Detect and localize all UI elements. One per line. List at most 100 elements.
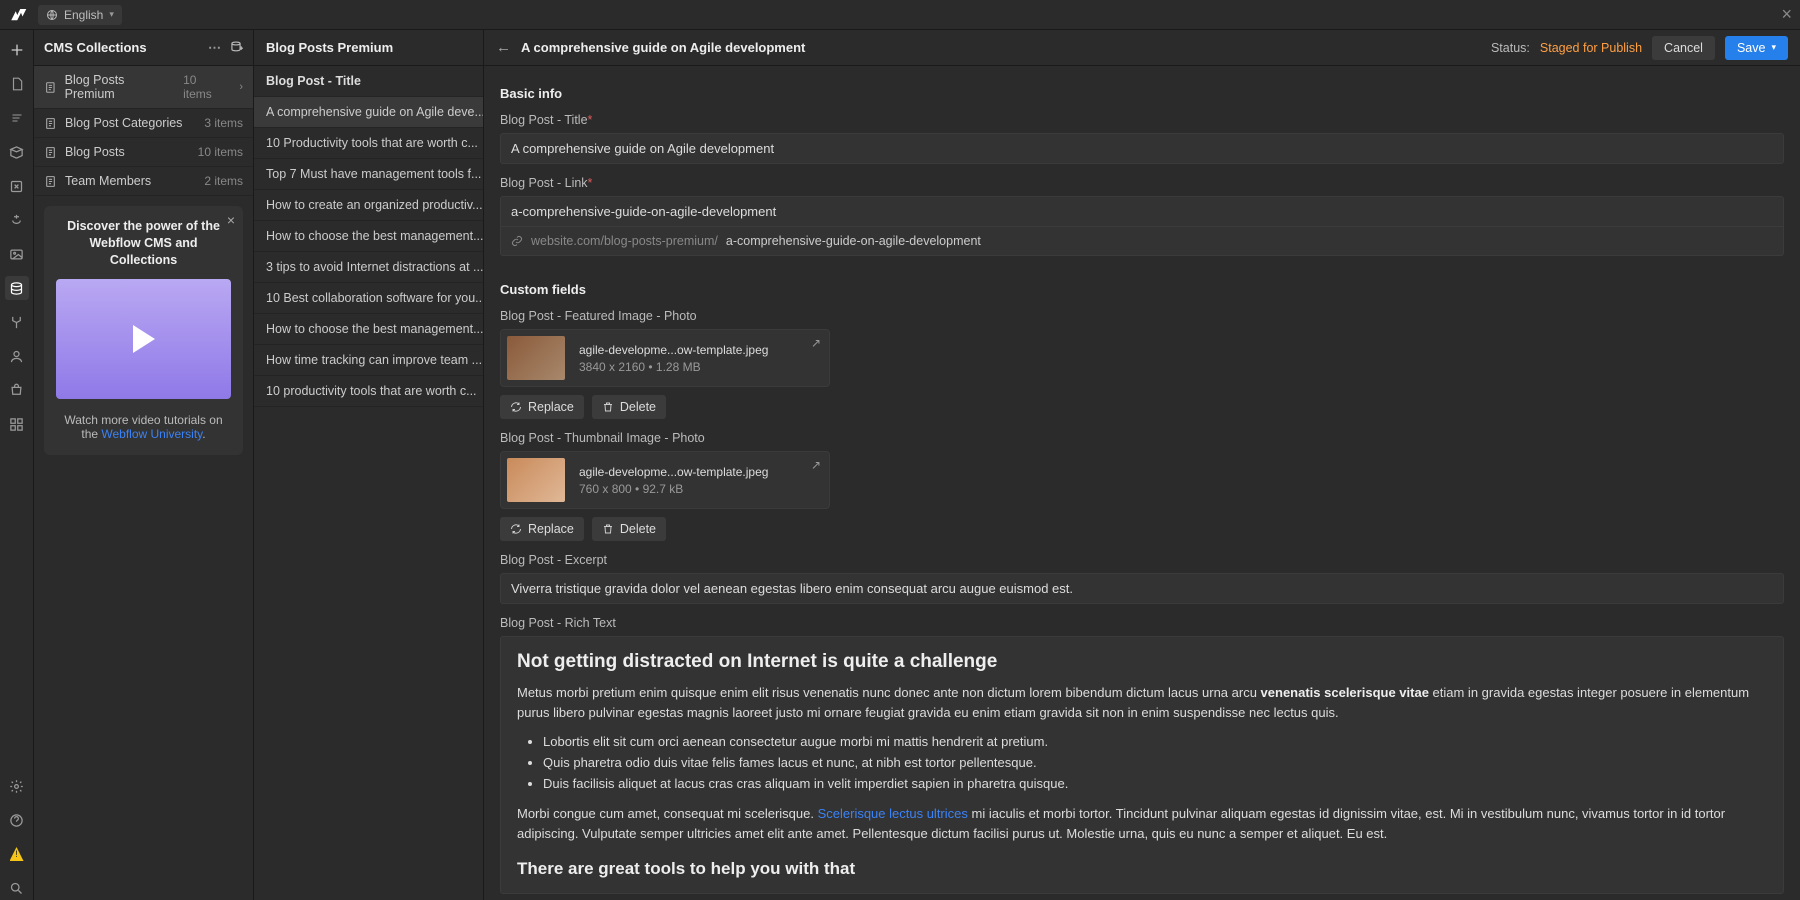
add-icon[interactable] — [5, 38, 29, 62]
editor-panel: ← A comprehensive guide on Agile develop… — [484, 30, 1800, 900]
section-custom-fields: Custom fields — [500, 282, 1784, 297]
save-button[interactable]: Save▾ — [1725, 36, 1788, 60]
status-value: Staged for Publish — [1540, 41, 1642, 55]
settings-icon[interactable] — [5, 774, 29, 798]
collection-item[interactable]: Blog Post Categories 3 items — [34, 109, 253, 138]
left-rail: ! — [0, 30, 34, 900]
search-icon[interactable] — [5, 876, 29, 900]
field-label-link: Blog Post - Link* — [500, 176, 1784, 190]
cms-item[interactable]: How to choose the best management... — [254, 221, 483, 252]
items-column-label: Blog Post - Title — [254, 66, 483, 97]
title-input[interactable] — [500, 133, 1784, 164]
image-thumb[interactable] — [507, 458, 565, 502]
richtext-editor[interactable]: Not getting distracted on Internet is qu… — [500, 636, 1784, 894]
logic-icon[interactable] — [5, 310, 29, 334]
apps-icon[interactable] — [5, 412, 29, 436]
featured-image-card: agile-developme...ow-template.jpeg 3840 … — [500, 329, 830, 387]
replace-button[interactable]: Replace — [500, 395, 584, 419]
page-icon[interactable] — [5, 72, 29, 96]
cms-icon[interactable] — [5, 276, 29, 300]
cms-item[interactable]: 10 productivity tools that are worth c..… — [254, 376, 483, 407]
audit-warning-icon[interactable]: ! — [5, 842, 29, 866]
cancel-button[interactable]: Cancel — [1652, 36, 1715, 60]
cms-item[interactable]: Top 7 Must have management tools f... — [254, 159, 483, 190]
status-label: Status: — [1491, 41, 1530, 55]
field-label-thumbnail: Blog Post - Thumbnail Image - Photo — [500, 431, 1784, 445]
collection-name: Team Members — [65, 174, 151, 188]
collection-item[interactable]: Team Members 2 items — [34, 167, 253, 196]
help-icon[interactable] — [5, 808, 29, 832]
assets-icon[interactable] — [5, 242, 29, 266]
expand-icon[interactable]: ↗ — [811, 336, 821, 350]
more-icon[interactable]: ⋯ — [208, 40, 221, 56]
promo-university-link[interactable]: Webflow University — [101, 427, 202, 441]
collections-panel: CMS Collections ⋯ Blog Posts Premium 10 … — [34, 30, 254, 900]
rich-paragraph: Metus morbi pretium enim quisque enim el… — [517, 683, 1767, 722]
collection-item[interactable]: Blog Posts Premium 10 items › — [34, 66, 253, 109]
close-icon[interactable]: × — [1781, 4, 1792, 25]
new-collection-icon[interactable] — [229, 40, 243, 56]
cms-item[interactable]: How to choose the best management... — [254, 314, 483, 345]
promo-caption: Watch more video tutorials on the Webflo… — [56, 413, 231, 441]
collection-count: 2 items — [204, 174, 243, 188]
field-label-richtext: Blog Post - Rich Text — [500, 616, 1784, 630]
cms-item[interactable]: How time tracking can improve team ... — [254, 345, 483, 376]
field-label-excerpt: Blog Post - Excerpt — [500, 553, 1784, 567]
cms-item[interactable]: A comprehensive guide on Agile deve...› — [254, 97, 483, 128]
items-panel-title: Blog Posts Premium — [266, 40, 393, 55]
image-thumb[interactable] — [507, 336, 565, 380]
image-filename: agile-developme...ow-template.jpeg — [579, 465, 768, 479]
collections-title: CMS Collections — [44, 40, 147, 55]
webflow-logo-icon[interactable] — [8, 5, 28, 25]
chevron-down-icon: ▾ — [1771, 42, 1776, 53]
components-icon[interactable] — [5, 140, 29, 164]
delete-button[interactable]: Delete — [592, 517, 666, 541]
cms-item[interactable]: 3 tips to avoid Internet distractions at… — [254, 252, 483, 283]
rich-paragraph: Morbi congue cum amet, consequat mi scel… — [517, 804, 1767, 843]
navigator-icon[interactable] — [5, 106, 29, 130]
promo-card: × Discover the power of the Webflow CMS … — [44, 206, 243, 455]
ecommerce-icon[interactable] — [5, 378, 29, 402]
field-label-title: Blog Post - Title* — [500, 113, 1784, 127]
collection-item[interactable]: Blog Posts 10 items — [34, 138, 253, 167]
styles-icon[interactable] — [5, 208, 29, 232]
rich-list: Lobortis elit sit cum orci aenean consec… — [543, 732, 1767, 794]
promo-close-icon[interactable]: × — [227, 212, 235, 228]
image-dims: 3840 x 2160 • 1.28 MB — [579, 360, 768, 374]
collection-name: Blog Post Categories — [65, 116, 182, 130]
back-arrow-icon[interactable]: ← — [496, 39, 511, 56]
topbar: English ▾ × — [0, 0, 1800, 30]
image-filename: agile-developme...ow-template.jpeg — [579, 343, 768, 357]
replace-button[interactable]: Replace — [500, 517, 584, 541]
chevron-right-icon: › — [239, 81, 243, 93]
editor-title: A comprehensive guide on Agile developme… — [521, 40, 805, 55]
variables-icon[interactable] — [5, 174, 29, 198]
cms-item[interactable]: 10 Best collaboration software for you..… — [254, 283, 483, 314]
promo-video-thumb[interactable] — [56, 279, 231, 399]
play-icon — [133, 325, 155, 353]
rich-heading: Not getting distracted on Internet is qu… — [517, 651, 1767, 673]
delete-button[interactable]: Delete — [592, 395, 666, 419]
items-panel: Blog Posts Premium Blog Post - Title A c… — [254, 30, 484, 900]
expand-icon[interactable]: ↗ — [811, 458, 821, 472]
thumbnail-image-card: agile-developme...ow-template.jpeg 760 x… — [500, 451, 830, 509]
users-icon[interactable] — [5, 344, 29, 368]
rich-subheading: There are great tools to help you with t… — [517, 859, 1767, 879]
collection-name: Blog Posts — [65, 145, 125, 159]
rich-link[interactable]: Scelerisque lectus ultrices — [818, 806, 968, 821]
cms-item[interactable]: 10 Productivity tools that are worth c..… — [254, 128, 483, 159]
field-label-featured: Blog Post - Featured Image - Photo — [500, 309, 1784, 323]
cms-item[interactable]: How to create an organized productiv... — [254, 190, 483, 221]
promo-headline: Discover the power of the Webflow CMS an… — [56, 218, 231, 269]
section-basic-info: Basic info — [500, 86, 1784, 101]
collection-count: 3 items — [204, 116, 243, 130]
excerpt-input[interactable] — [500, 573, 1784, 604]
chevron-down-icon: ▾ — [109, 9, 114, 20]
image-dims: 760 x 800 • 92.7 kB — [579, 482, 768, 496]
language-label: English — [64, 8, 103, 22]
collection-name: Blog Posts Premium — [65, 73, 175, 101]
language-selector[interactable]: English ▾ — [38, 5, 122, 25]
slug-input[interactable] — [500, 196, 1784, 227]
url-preview: website.com/blog-posts-premium/a-compreh… — [500, 227, 1784, 256]
collection-count: 10 items — [198, 145, 243, 159]
